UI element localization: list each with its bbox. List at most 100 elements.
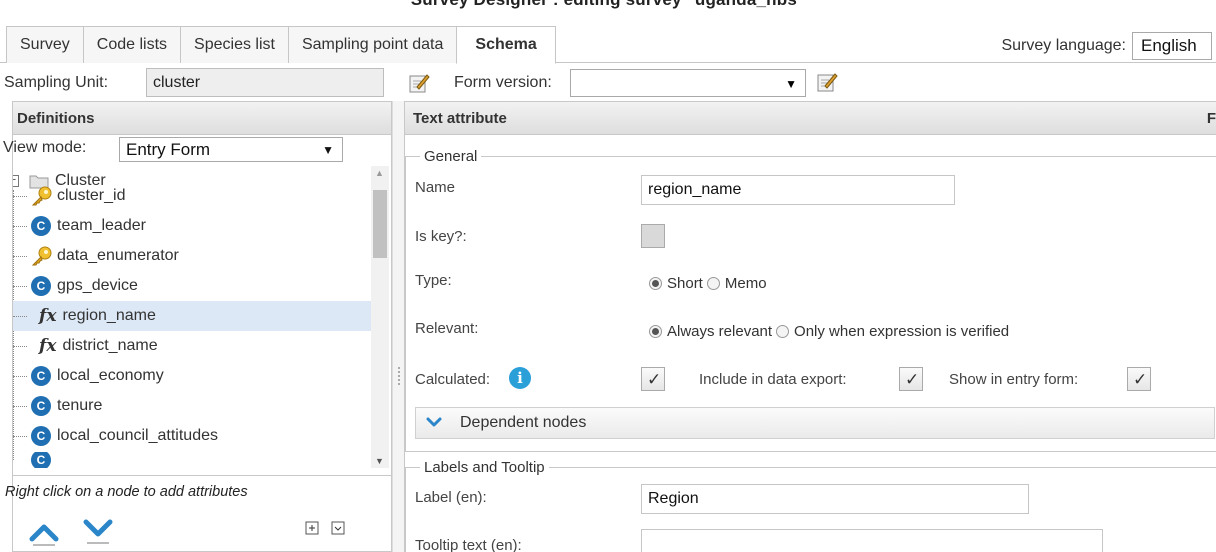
- show-entry-label: Show in entry form:: [949, 371, 1079, 388]
- dropdown-arrow-icon: ▼: [322, 143, 334, 157]
- tree-scrollbar[interactable]: ▲ ▼: [371, 166, 389, 468]
- code-attribute-icon: C: [31, 396, 51, 416]
- is-key-label: Is key?:: [415, 228, 467, 245]
- tree-item-team-leader[interactable]: C team_leader: [31, 211, 146, 241]
- panel-splitter[interactable]: [392, 101, 404, 552]
- move-down-icon[interactable]: [83, 516, 113, 546]
- tooltip-en-label: Tooltip text (en):: [415, 537, 522, 552]
- relevant-always-label: Always relevant: [667, 323, 773, 340]
- scroll-down-icon[interactable]: ▼: [375, 456, 384, 466]
- type-radio-group: Short Memo: [649, 275, 767, 292]
- edit-icon[interactable]: [408, 72, 430, 94]
- tab-survey[interactable]: Survey: [6, 26, 84, 63]
- definitions-header: Definitions: [13, 102, 391, 135]
- tree-item-label: region_name: [62, 307, 156, 324]
- tree-item-label: gps_device: [57, 277, 138, 294]
- type-short-label: Short: [667, 275, 703, 292]
- is-key-checkbox[interactable]: [641, 224, 665, 248]
- calculated-icon: fx: [39, 306, 57, 326]
- tree-item-partial[interactable]: C: [31, 452, 57, 468]
- info-icon[interactable]: i: [509, 367, 531, 389]
- tree-item-label: data_enumerator: [57, 247, 179, 264]
- checkmark-icon: ✓: [647, 370, 662, 389]
- relevant-expression-label: Only when expression is verified: [794, 323, 1010, 340]
- dependent-nodes-toggle[interactable]: Dependent nodes: [415, 407, 1215, 439]
- tree-item-cluster-id[interactable]: cluster_id: [31, 181, 125, 211]
- schema-tree: − Cluster cluster_id C team_leader: [13, 166, 391, 468]
- name-label: Name: [415, 179, 456, 196]
- view-mode-select[interactable]: Entry Form ▼: [119, 137, 343, 162]
- tab-code-lists[interactable]: Code lists: [82, 26, 182, 63]
- scrollbar-thumb[interactable]: [373, 190, 387, 258]
- attribute-editor-panel: Text attribute F General Name region_nam…: [404, 101, 1216, 552]
- show-entry-checkbox[interactable]: ✓: [1127, 367, 1151, 391]
- tree-item-local-council-attitudes[interactable]: C local_council_attitudes: [31, 421, 218, 451]
- survey-language-label: Survey language:: [1001, 37, 1126, 54]
- include-export-checkbox[interactable]: ✓: [899, 367, 923, 391]
- tree-branch: [13, 346, 27, 347]
- code-attribute-icon: C: [31, 276, 51, 296]
- tree-item-label: cluster_id: [57, 187, 126, 204]
- divider: [13, 475, 391, 476]
- tree-item-label: local_economy: [57, 367, 164, 384]
- move-up-icon[interactable]: [29, 520, 59, 546]
- tab-list: Survey Code lists Species list Sampling …: [6, 26, 556, 64]
- code-attribute-icon: C: [31, 452, 51, 468]
- form-version-select[interactable]: ▼: [570, 69, 806, 97]
- code-attribute-icon: C: [31, 426, 51, 446]
- calculated-icon: fx: [39, 336, 57, 356]
- collapse-all-icon[interactable]: [331, 521, 345, 535]
- edit-form-version-icon[interactable]: [816, 71, 838, 93]
- survey-language: Survey language: English: [1001, 32, 1212, 60]
- name-input[interactable]: region_name: [641, 175, 955, 205]
- tree-hint-text: Right click on a node to add attributes: [5, 484, 248, 500]
- tree-item-label: district_name: [62, 337, 158, 354]
- code-attribute-icon: C: [31, 366, 51, 386]
- type-memo-radio[interactable]: [706, 277, 720, 290]
- tree-item-data-enumerator[interactable]: data_enumerator: [31, 241, 179, 271]
- calculated-label: Calculated:: [415, 371, 491, 388]
- checkmark-icon: ✓: [1133, 370, 1148, 389]
- tree-branch: [13, 406, 27, 407]
- relevant-label: Relevant:: [415, 320, 479, 337]
- label-en-input[interactable]: Region: [641, 484, 1029, 514]
- attribute-editor-header-right: F: [1206, 110, 1216, 127]
- relevant-always-radio[interactable]: [649, 325, 662, 338]
- tree-item-district-name[interactable]: fx district_name: [39, 331, 158, 361]
- label-en-label: Label (en):: [415, 489, 487, 506]
- tree-branch: [13, 226, 27, 227]
- tree-item-tenure[interactable]: C tenure: [31, 391, 102, 421]
- tab-species-list[interactable]: Species list: [180, 26, 289, 63]
- type-label: Type:: [415, 272, 452, 289]
- tree-toolbar: [13, 514, 391, 552]
- sampling-unit-field: cluster: [146, 68, 384, 97]
- tree-item-label: local_council_attitudes: [57, 427, 218, 444]
- attribute-editor-header: Text attribute: [405, 102, 1216, 135]
- type-short-radio[interactable]: [649, 277, 662, 290]
- dependent-nodes-label: Dependent nodes: [460, 414, 587, 431]
- tree-item-local-economy[interactable]: C local_economy: [31, 361, 164, 391]
- tooltip-en-input[interactable]: [641, 529, 1103, 552]
- tree-branch: [13, 315, 27, 317]
- tree-branch: [13, 256, 27, 257]
- splitter-grip-icon[interactable]: [398, 367, 400, 385]
- tree-item-region-name[interactable]: fx region_name: [13, 301, 371, 331]
- tree-item-gps-device[interactable]: C gps_device: [31, 271, 138, 301]
- tab-schema[interactable]: Schema: [456, 26, 556, 64]
- page-title: Survey Designer : editing survey "uganda…: [0, 0, 1216, 10]
- scroll-up-icon[interactable]: ▲: [375, 168, 384, 178]
- sampling-unit-row: Sampling Unit: cluster Form version: ▼: [0, 64, 1216, 102]
- collapse-icon[interactable]: −: [13, 175, 19, 187]
- expand-all-icon[interactable]: [305, 521, 319, 535]
- general-legend: General: [424, 148, 478, 165]
- tree-branch: [13, 436, 27, 437]
- tab-bar: Survey Code lists Species list Sampling …: [0, 26, 1216, 64]
- tab-sampling-point-data[interactable]: Sampling point data: [287, 26, 458, 63]
- type-memo-label: Memo: [724, 275, 767, 292]
- relevant-expression-radio[interactable]: [776, 325, 790, 338]
- survey-language-select[interactable]: English: [1132, 32, 1212, 60]
- key-icon: [31, 246, 52, 266]
- sampling-unit-label: Sampling Unit:: [4, 74, 109, 91]
- calculated-checkbox[interactable]: ✓: [641, 367, 665, 391]
- code-attribute-icon: C: [31, 216, 51, 236]
